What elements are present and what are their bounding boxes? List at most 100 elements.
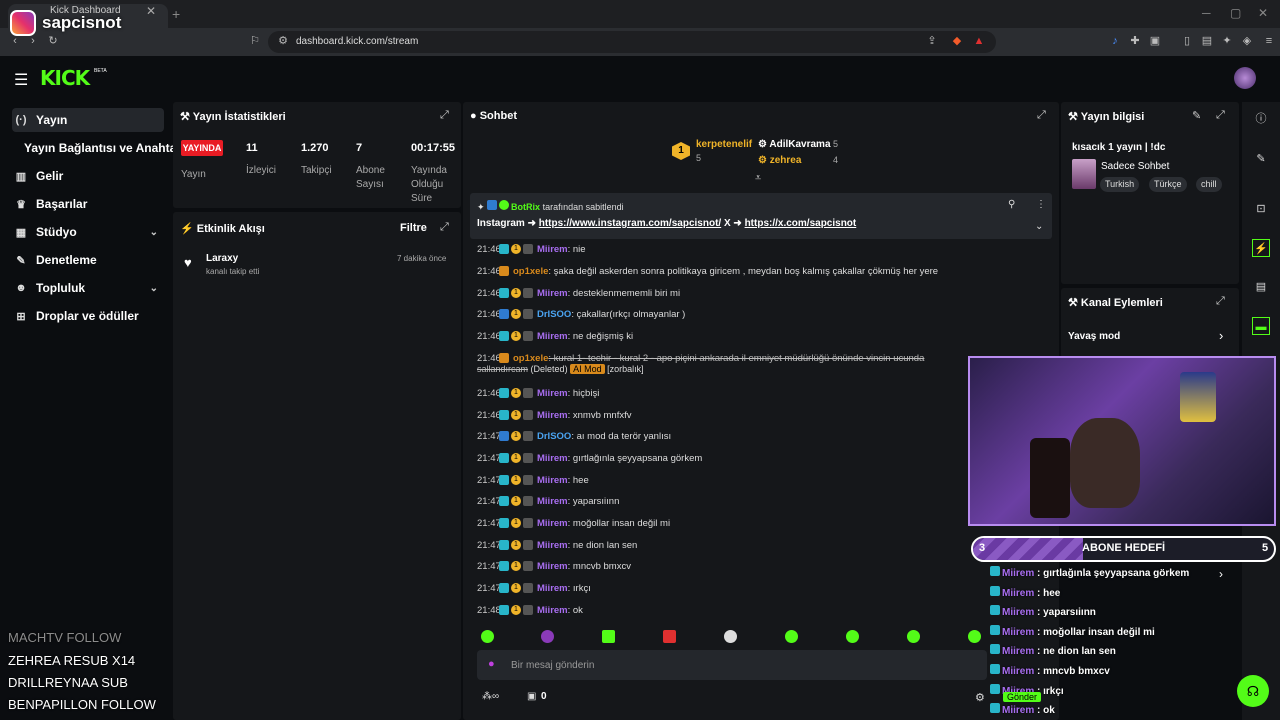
avatar[interactable] — [1234, 67, 1256, 89]
emote-icon[interactable] — [602, 630, 615, 643]
sidebar-item-stream-key[interactable]: Yayın Bağlantısı ve Anahtarı — [24, 136, 184, 160]
info-icon[interactable]: ⓘ — [1252, 110, 1270, 128]
tag[interactable]: chill — [1196, 177, 1222, 192]
filter-button[interactable]: Filtre — [400, 222, 427, 234]
sidebar-item-droplar[interactable]: ⊞ Droplar ve ödüller — [12, 304, 164, 328]
new-tab-icon[interactable]: + — [172, 6, 180, 22]
tab-close-icon[interactable]: ✕ — [146, 4, 156, 18]
share-icon[interactable]: ⇪ — [925, 34, 939, 48]
screenshot-icon[interactable]: ▣ — [1148, 34, 1162, 48]
top-chatter-name[interactable]: ⚙ zehrea — [758, 155, 801, 166]
popout-icon[interactable]: ⤢ — [1216, 109, 1225, 122]
reload-icon[interactable]: ↻ — [46, 34, 60, 48]
emote-icon[interactable] — [968, 630, 981, 643]
help-icon[interactable]: ☊ — [1237, 675, 1269, 707]
brave-rewards-icon[interactable]: ▲ — [972, 34, 986, 48]
edit-icon[interactable]: ✎ — [1192, 109, 1201, 122]
pinned-link-instagram[interactable]: https://www.instagram.com/sapcisnot/ — [539, 218, 721, 229]
tag[interactable]: Turkish — [1100, 177, 1140, 192]
message-user[interactable]: Miirem — [537, 605, 568, 616]
sidebar-item-denetleme[interactable]: ✎ Denetleme — [12, 248, 164, 272]
vpn-icon[interactable]: ◈ — [1240, 34, 1254, 48]
message-user[interactable]: Miirem — [537, 475, 568, 486]
back-icon[interactable]: ‹ — [8, 34, 22, 48]
microphone-icon[interactable]: ● — [488, 658, 495, 670]
popout-icon[interactable]: ⤢ — [1216, 295, 1225, 308]
send-button[interactable]: Gönder — [1003, 692, 1042, 702]
crop-icon[interactable]: ⊡ — [1252, 200, 1270, 218]
infinity-icon[interactable]: ⁂∞ — [482, 691, 499, 702]
chevron-right-icon[interactable]: › — [1219, 328, 1223, 343]
popout-icon[interactable]: ⤢ — [440, 109, 449, 122]
speaker-icon[interactable]: ♪ — [1108, 34, 1122, 48]
message-user[interactable]: Miirem — [537, 583, 568, 594]
emote-icon[interactable] — [724, 630, 737, 643]
popout-icon[interactable]: ⤢ — [440, 221, 449, 234]
message-user[interactable]: Miirem — [537, 244, 568, 255]
extensions-icon[interactable]: ✚ — [1128, 34, 1142, 48]
message-user[interactable]: op1xele — [513, 266, 548, 277]
chat-message: 21:46 1 Miirem: nie — [477, 242, 586, 256]
top-chatter-name[interactable]: kerpetenelif — [696, 139, 752, 150]
edit-icon[interactable]: ✎ — [1252, 150, 1270, 168]
message-user[interactable]: Miirem — [537, 540, 568, 551]
message-user[interactable]: Miirem — [537, 331, 568, 342]
maximize-icon[interactable]: ▢ — [1230, 6, 1241, 20]
emote-icon[interactable] — [907, 630, 920, 643]
chat-placeholder[interactable]: Bir mesaj gönderin — [511, 660, 594, 671]
message-text: : nie — [567, 243, 586, 255]
popout-icon[interactable]: ⤢ — [1037, 109, 1046, 122]
message-user[interactable]: DrISOO — [537, 431, 571, 442]
leo-icon[interactable]: ✦ — [1220, 34, 1234, 48]
sidebar-item-basarilar[interactable]: ♛ Başarılar — [12, 192, 164, 216]
message-user[interactable]: Miirem — [537, 288, 568, 299]
unpin-icon[interactable]: ⚲ — [1008, 199, 1015, 210]
menu-icon[interactable]: ≡ — [1262, 34, 1276, 48]
kick-logo[interactable]: KICK — [40, 66, 90, 90]
chevron-down-icon[interactable]: ⌄ — [1035, 221, 1043, 232]
message-user[interactable]: op1xele — [513, 353, 548, 364]
emote-icon[interactable] — [785, 630, 798, 643]
emote-icon[interactable] — [481, 630, 494, 643]
slow-mode-button[interactable]: Yavaş mod — [1068, 331, 1120, 342]
event-user[interactable]: Laraxy — [206, 253, 238, 264]
category-name[interactable]: Sadece Sohbet — [1101, 161, 1169, 172]
site-info-icon[interactable]: ⚙ — [276, 34, 290, 48]
bolt-icon[interactable]: ⚡ — [1252, 239, 1270, 257]
forward-icon[interactable]: › — [26, 34, 40, 48]
bookmark-icon[interactable]: ⚐ — [248, 34, 262, 48]
webcam-overlay — [968, 356, 1276, 526]
url-text[interactable]: dashboard.kick.com/stream — [296, 36, 418, 47]
gift-icon[interactable]: ▣ — [527, 691, 536, 702]
document-icon[interactable]: ▤ — [1252, 278, 1270, 296]
message-user[interactable]: Miirem — [537, 518, 568, 529]
message-user[interactable]: Miirem — [537, 453, 568, 464]
sidebar-item-topluluk[interactable]: ☻ Topluluk ⌄ — [12, 276, 164, 300]
message-user[interactable]: DrISOO — [537, 309, 571, 320]
more-icon[interactable]: ⋮ — [1036, 199, 1046, 210]
window-close-icon[interactable]: ✕ — [1258, 6, 1268, 20]
sidebar-item-gelir[interactable]: ▥ Gelir — [12, 164, 164, 188]
message-user[interactable]: Miirem — [537, 388, 568, 399]
pinned-link-x[interactable]: https://x.com/sapcisnot — [745, 218, 857, 229]
pinned-user[interactable]: BotRix — [511, 202, 540, 212]
emote-icon[interactable] — [846, 630, 859, 643]
sidebar-item-studyo[interactable]: ▦ Stüdyo ⌄ — [12, 220, 164, 244]
sidebar-toggle-icon[interactable]: ▯ — [1180, 34, 1194, 48]
tag[interactable]: Türkçe — [1149, 177, 1187, 192]
scroll-down-icon[interactable]: ⩡ — [755, 172, 761, 185]
top-chatter-name[interactable]: ⚙ AdilKavrama — [758, 139, 831, 150]
settings-icon[interactable]: ⚙ — [975, 691, 985, 704]
category-thumbnail[interactable] — [1072, 159, 1096, 189]
hamburger-icon[interactable]: ☰ — [14, 70, 28, 90]
minimize-icon[interactable]: ─ — [1202, 6, 1211, 20]
message-user[interactable]: Miirem — [537, 410, 568, 421]
message-user[interactable]: Miirem — [537, 496, 568, 507]
wallet-icon[interactable]: ▤ — [1200, 34, 1214, 48]
sidebar-item-yayin[interactable]: (·) Yayın — [12, 108, 164, 132]
chat-icon[interactable]: ▬ — [1252, 317, 1270, 335]
emote-icon[interactable] — [541, 630, 554, 643]
emote-icon[interactable] — [663, 630, 676, 643]
brave-shield-icon[interactable]: ◆ — [950, 34, 964, 48]
message-user[interactable]: Miirem — [537, 561, 568, 572]
